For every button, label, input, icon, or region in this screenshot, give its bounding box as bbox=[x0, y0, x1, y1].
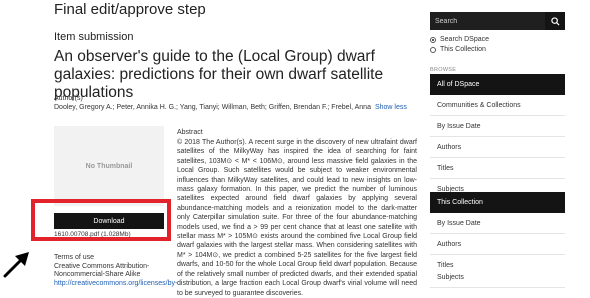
terms-label: Terms of use bbox=[54, 254, 95, 261]
radio-selected-icon[interactable] bbox=[430, 36, 436, 43]
search-input[interactable] bbox=[430, 12, 545, 30]
section-heading: Item submission bbox=[54, 31, 134, 43]
search-icon bbox=[550, 16, 560, 26]
abstract-label: Abstract bbox=[177, 129, 203, 136]
thumbnail-placeholder: No Thumbnail bbox=[54, 126, 164, 206]
nav-collection-by-issue-date[interactable]: By Issue Date bbox=[430, 213, 565, 234]
nav-all-by-issue-date[interactable]: By Issue Date bbox=[430, 116, 565, 137]
nav-all-authors[interactable]: Authors bbox=[430, 137, 565, 158]
radio-search-dspace[interactable]: Search DSpace bbox=[430, 36, 489, 43]
download-button[interactable]: Download bbox=[54, 213, 164, 229]
page-title: Final edit/approve step bbox=[54, 1, 206, 18]
license-text: Creative Commons Attribution-Noncommerci… bbox=[54, 262, 150, 279]
radio-label-collection: This Collection bbox=[440, 46, 486, 53]
nav-collection-authors[interactable]: Authors bbox=[430, 234, 565, 255]
authors-line: Dooley, Gregory A.; Peter, Annika H. G.;… bbox=[54, 104, 407, 111]
radio-this-collection[interactable]: This Collection bbox=[430, 46, 486, 53]
thumbnail-text: No Thumbnail bbox=[85, 162, 133, 170]
file-info[interactable]: 1610.00708.pdf (1.028Mb) bbox=[54, 231, 131, 238]
terms-of-use: Terms of use Creative Commons Attributio… bbox=[54, 254, 177, 288]
nav-communities-collections[interactable]: Communities & Collections bbox=[430, 95, 565, 116]
search-button[interactable] bbox=[545, 12, 565, 30]
item-title: An observer's guide to the (Local Group)… bbox=[54, 48, 384, 101]
abstract-text: © 2018 The Author(s). A recent surge in … bbox=[177, 139, 417, 297]
nav-header-all-dspace[interactable]: All of DSpace bbox=[430, 74, 565, 95]
pointer-arrow-icon bbox=[3, 252, 29, 278]
license-link[interactable]: http://creativecommons.org/licenses/by- bbox=[54, 280, 177, 289]
radio-unselected-icon[interactable] bbox=[430, 46, 436, 53]
nav-header-this-collection[interactable]: This Collection bbox=[430, 192, 565, 213]
nav-all-titles[interactable]: Titles bbox=[430, 158, 565, 179]
radio-label-dspace: Search DSpace bbox=[440, 36, 490, 43]
browse-label: BROWSE bbox=[430, 67, 457, 73]
show-less-link[interactable]: Show less bbox=[375, 104, 407, 111]
authors-label: Author(s) bbox=[54, 95, 83, 102]
search-box bbox=[430, 12, 565, 30]
authors-list: Dooley, Gregory A.; Peter, Annika H. G.;… bbox=[54, 104, 371, 111]
nav-collection-subjects[interactable]: Subjects bbox=[430, 268, 565, 288]
